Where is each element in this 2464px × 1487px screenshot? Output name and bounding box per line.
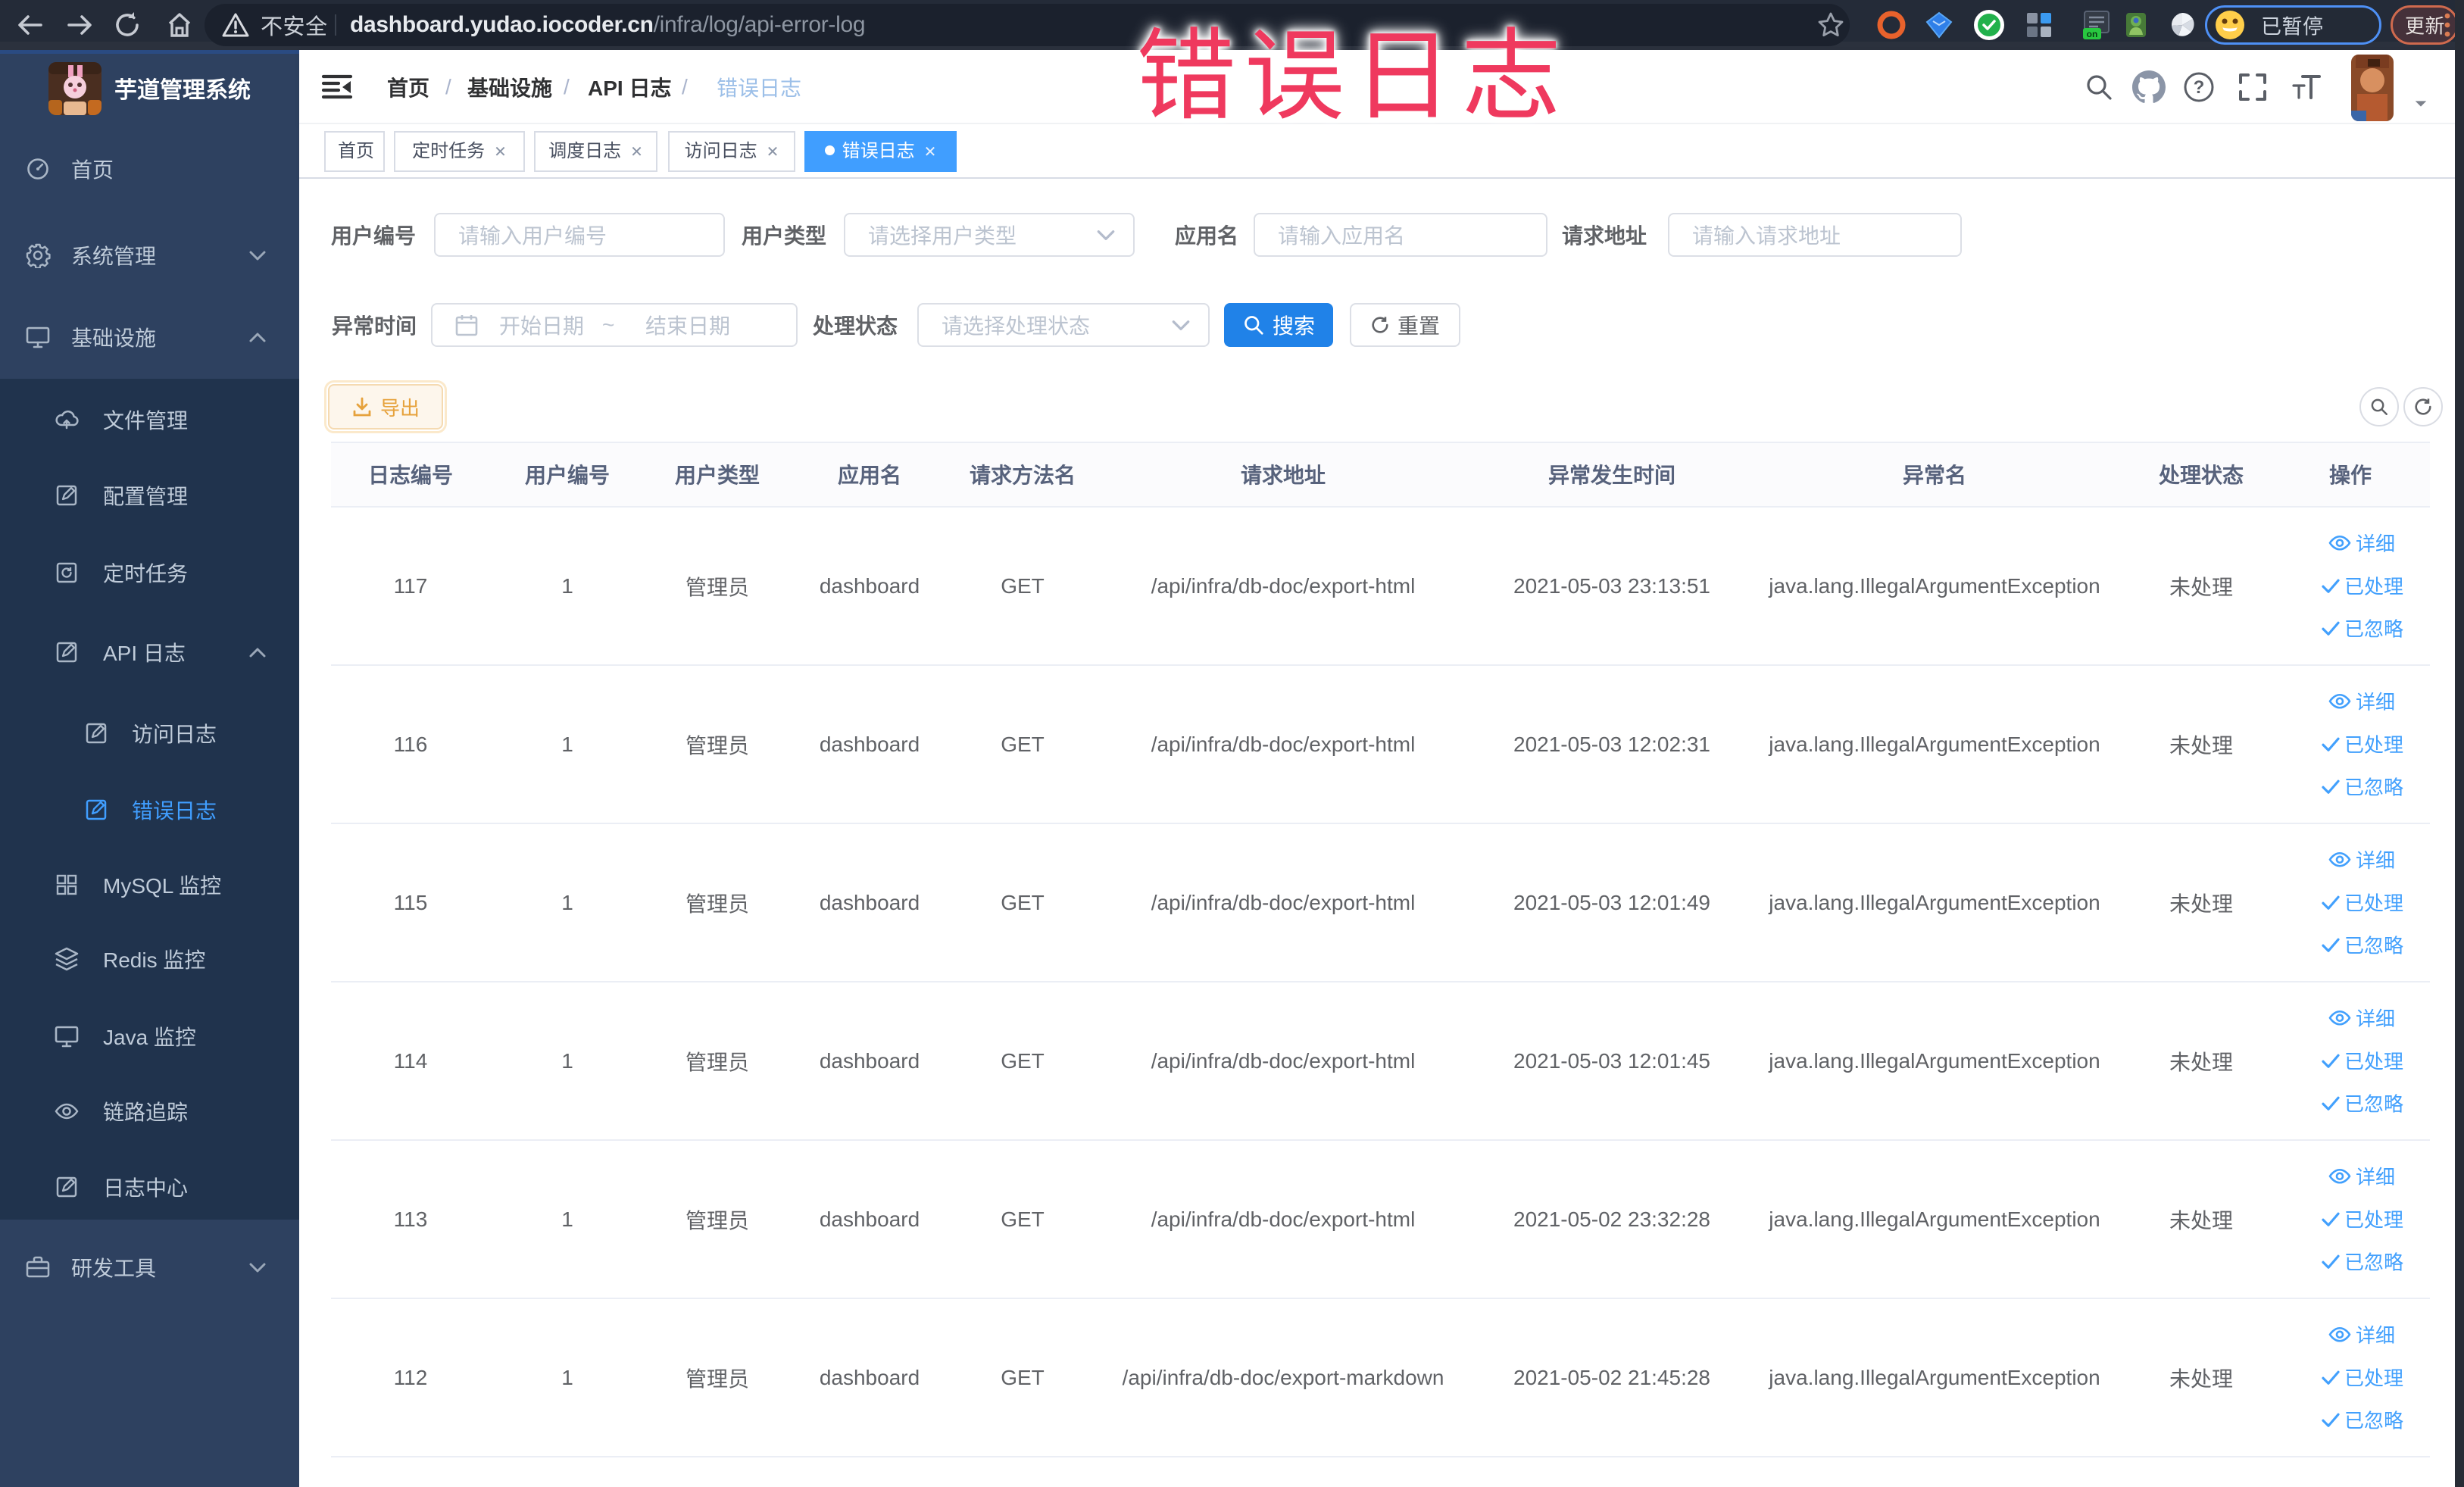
- svg-text:?: ?: [2194, 77, 2205, 98]
- svg-text:on: on: [2087, 29, 2098, 39]
